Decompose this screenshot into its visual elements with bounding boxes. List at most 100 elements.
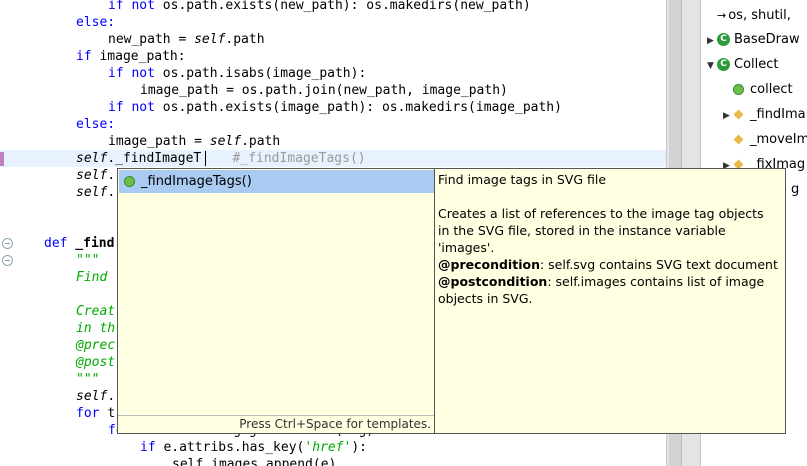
outline-item[interactable]: _moveIm [723,130,807,150]
code-line: def _find [44,235,114,252]
fold-collapse-icon[interactable]: − [2,238,13,249]
code-token: .path [225,32,265,47]
code-line: if not os.path.exists(new_path): os.make… [108,0,531,14]
doc-summary: Find image tags in SVG file [438,172,607,187]
doc-description-line: Creates a list of references to the imag… [438,206,764,221]
code-token: os.path.isabs(image_path): [162,66,367,81]
code-token: """ [76,372,100,387]
code-token: image_path: [99,49,186,64]
outline-item[interactable]: ▶ _findIma [723,105,806,125]
outline-item[interactable]: → os, shutil, [707,6,791,26]
code-line: else: [76,14,115,31]
code-line: @prec [76,337,115,354]
collapse-arrow-icon[interactable]: ▶ [723,106,733,126]
code-token: self.images.append(e) [172,457,337,466]
private-method-icon [733,134,744,145]
class-icon: C [717,58,730,71]
code-token: t [107,406,116,421]
code-line: Find [76,269,115,286]
code-line: self. [76,184,115,201]
code-token: ): [351,440,367,455]
code-token: if not [108,0,163,13]
code-line: for t [76,405,115,422]
outline-item[interactable]: collect [723,80,793,100]
fold-collapse-icon[interactable]: − [2,255,13,266]
code-token: image_path = os.path.join(new_path, imag… [140,83,508,98]
code-token: @post [76,355,116,370]
code-line: else: [76,116,115,133]
outline-item-label: os, shutil, [728,8,791,23]
outline-item[interactable]: ▼ C Collect [707,55,779,75]
code-token: else: [76,15,116,30]
code-token: if [140,440,164,455]
code-line: if not os.path.isabs(image_path): [108,65,366,82]
code-token: e.attribs.has_key( [163,440,305,455]
code-line: if not os.path.exists(image_path): os.ma… [108,99,562,116]
code-token: . [107,168,116,183]
code-token: .path [241,134,281,149]
doc-description-line: 'images'. [438,240,495,255]
code-token: for [76,406,108,421]
code-token: self [76,389,108,404]
code-token: #_findImageTags() [201,151,366,166]
outline-item-label: g [791,182,800,197]
import-icon: → [717,9,727,22]
code-token: Creat [76,304,116,319]
outline-item-label: Collect [734,57,779,72]
code-token: . [107,389,116,404]
code-token: if [76,49,100,64]
code-line: self._findImageT #_findImageTags() [76,150,366,167]
code-token: else: [76,117,116,132]
code-line: self. [76,388,115,405]
documentation-popup: Find image tags in SVG file Creates a li… [434,168,786,434]
change-marker [0,152,4,166]
code-line: image_path = self.path [108,133,280,150]
autocomplete-item-selected[interactable]: _findImageTags() [119,170,434,193]
code-token: ._findImageT [107,151,202,166]
code-token: self [76,185,108,200]
doc-postcondition-cont: objects in SVG. [438,291,533,306]
outline-item-label: _moveIm [750,132,807,147]
code-token: self [76,168,108,183]
code-token: in th [76,321,116,336]
expand-arrow-icon[interactable]: ▼ [707,56,717,76]
code-token: . [107,185,116,200]
code-line: in th [76,320,115,337]
code-token: """ [76,253,100,268]
code-token: self [209,134,242,149]
code-line: self.images.append(e) [172,456,336,466]
code-token: self [194,32,226,47]
code-line: if image_path: [76,48,186,65]
code-token: if not [108,66,163,81]
code-line: @post [76,354,115,371]
method-icon [124,176,135,187]
code-token: _find [75,236,115,251]
outline-item-label: _findIma [750,107,806,122]
autocomplete-footer: Press Ctrl+Space for templates. [118,415,435,433]
code-line: image_path = os.path.join(new_path, imag… [140,82,508,99]
autocomplete-popup[interactable]: _findImageTags() Press Ctrl+Space for te… [117,168,436,434]
collapse-arrow-icon[interactable]: ▶ [707,31,717,51]
private-method-icon [733,109,744,120]
code-line: """ [76,252,99,269]
code-token: @prec [76,338,116,353]
outline-item-label: BaseDraw [734,32,800,47]
code-line: new_path = self.path [108,31,265,48]
code-token: os.path.exists(image_path): os.makedirs(… [162,100,562,115]
class-icon: C [717,33,730,46]
code-token: Find [76,270,116,285]
method-icon [733,84,744,95]
outline-item[interactable]: ▶ C BaseDraw [707,30,800,50]
doc-postcondition: @postcondition: self.images contains lis… [438,274,765,289]
code-token: def [44,236,76,251]
text-caret [205,151,206,166]
doc-description-line: in the SVG file, stored in the instance … [438,223,726,238]
code-line: """ [76,371,99,388]
code-token: if not [108,100,163,115]
code-line: Creat [76,303,115,320]
code-line: self. [76,167,115,184]
code-token: self [76,151,108,166]
code-token: image_path = [108,134,210,149]
code-token: 'href' [304,440,352,455]
doc-precondition: @precondition: self.svg contains SVG tex… [438,257,778,272]
